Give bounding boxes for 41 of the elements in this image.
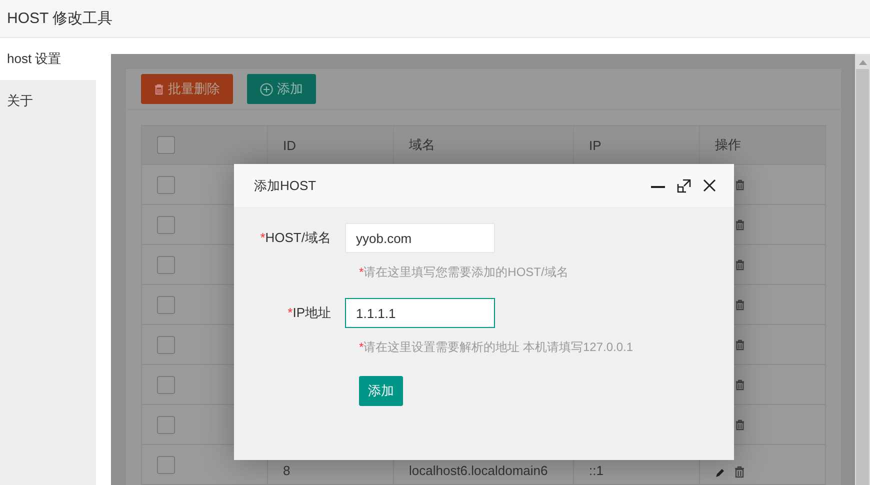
checkbox[interactable] — [157, 416, 175, 434]
table-cell: ::1 — [589, 463, 604, 478]
table-cell: localhost6.localdomain6 — [409, 463, 548, 478]
pencil-icon[interactable] — [715, 468, 725, 478]
checkbox[interactable] — [157, 456, 175, 474]
trash-icon — [154, 84, 164, 94]
column-header: 操作 — [715, 136, 741, 154]
scrollbar[interactable] — [855, 54, 870, 485]
input-field[interactable]: yyob.com — [345, 223, 495, 253]
field-label: *IP地址 — [286, 304, 332, 322]
sidebar-item[interactable]: host 设置 — [0, 38, 96, 80]
column-header: ID — [283, 138, 296, 152]
trash-icon[interactable] — [735, 298, 745, 310]
checkbox[interactable] — [157, 256, 175, 274]
trash-icon[interactable] — [734, 466, 745, 478]
checkbox[interactable] — [157, 336, 175, 354]
trash-icon[interactable] — [735, 218, 745, 230]
column-header: 域名 — [409, 136, 435, 154]
field-hint: *请在这里设置需要解析的地址 本机请填写127.0.0.1 — [359, 339, 634, 356]
field-label: *HOST/域名 — [259, 229, 332, 247]
checkbox[interactable] — [157, 296, 175, 314]
maximize-icon[interactable] — [677, 178, 691, 192]
app-title: HOST 修改工具 — [7, 9, 113, 28]
checkbox[interactable] — [157, 176, 175, 194]
trash-icon[interactable] — [735, 418, 745, 430]
trash-icon[interactable] — [735, 258, 745, 270]
trash-icon[interactable] — [735, 378, 745, 390]
column-header: IP — [589, 138, 602, 152]
table-cell: 8 — [283, 463, 290, 478]
checkbox[interactable] — [157, 136, 175, 154]
scroll-up-icon[interactable] — [858, 60, 866, 65]
checkbox[interactable] — [157, 376, 175, 394]
add-button[interactable]: 添加 — [359, 376, 403, 406]
dialog-title: 添加HOST — [254, 176, 316, 194]
close-icon[interactable] — [703, 179, 716, 192]
plus-circle-icon — [260, 82, 273, 96]
input-field[interactable]: 1.1.1.1 — [345, 298, 495, 328]
trash-icon[interactable] — [735, 338, 745, 350]
field-hint: *请在这里填写您需要添加的HOST/域名 — [359, 264, 570, 281]
trash-icon[interactable] — [735, 178, 745, 190]
checkbox[interactable] — [157, 216, 175, 234]
